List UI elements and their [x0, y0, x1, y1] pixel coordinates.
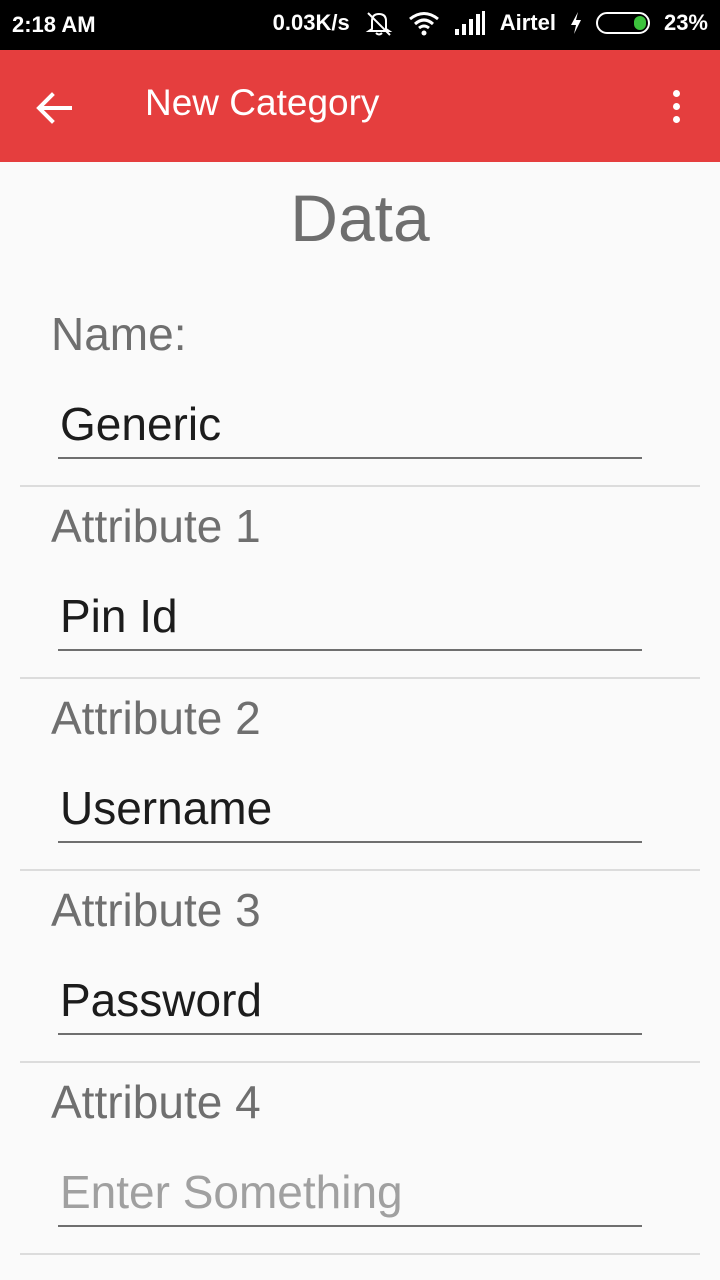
attribute-4-input[interactable] — [58, 1167, 642, 1227]
field-section-attribute-1: Attribute 1 — [0, 487, 720, 679]
field-label: Attribute 3 — [51, 884, 261, 936]
status-bar: 2:18 AM 0.03K/s Airtel 23% — [0, 0, 720, 50]
field-label: Attribute 2 — [51, 692, 261, 744]
status-time: 2:18 AM — [12, 12, 96, 37]
app-title: New Category — [145, 82, 380, 123]
arrow-back-icon — [36, 92, 72, 124]
battery-percent: 23% — [663, 10, 708, 35]
signal-icon — [454, 11, 486, 35]
app-bar: New Category — [0, 50, 720, 162]
attribute-1-input[interactable] — [58, 591, 642, 651]
attribute-3-input[interactable] — [58, 975, 642, 1035]
field-label: Attribute 1 — [51, 500, 261, 552]
page-heading: Data — [290, 181, 430, 255]
field-section-attribute-4: Attribute 4 — [0, 1063, 720, 1255]
name-input[interactable] — [58, 399, 642, 459]
charging-icon — [570, 12, 582, 34]
mute-icon — [364, 9, 394, 37]
field-section-attribute-3: Attribute 3 — [0, 871, 720, 1063]
wifi-icon — [408, 10, 440, 36]
back-button[interactable] — [30, 84, 78, 132]
divider — [20, 1253, 700, 1255]
field-section-name: Name: — [0, 295, 720, 487]
carrier-name: Airtel — [499, 10, 556, 35]
more-vert-icon — [672, 89, 680, 97]
net-speed: 0.03K/s — [272, 10, 350, 35]
overflow-menu-button[interactable] — [656, 86, 696, 126]
field-label: Attribute 4 — [51, 1076, 261, 1128]
attribute-2-input[interactable] — [58, 783, 642, 843]
battery-icon — [595, 12, 650, 34]
status-icons: 0.03K/s Airtel 23% — [273, 9, 708, 37]
field-label: Name: — [51, 308, 187, 360]
field-section-attribute-2: Attribute 2 — [0, 679, 720, 871]
